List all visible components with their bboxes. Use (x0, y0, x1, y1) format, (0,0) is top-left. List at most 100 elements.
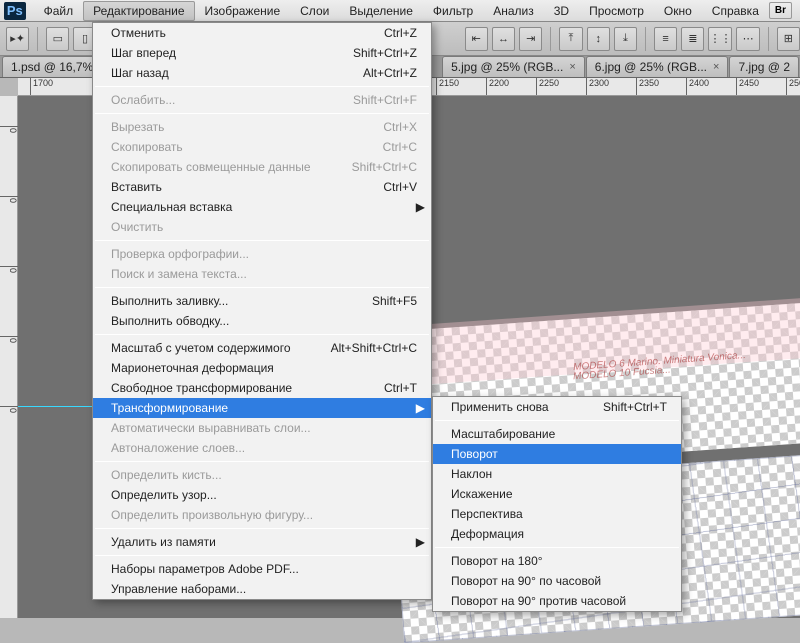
submenu-arrow-icon: ▶ (416, 535, 425, 549)
menu-item[interactable]: Управление наборами... (93, 579, 431, 599)
menu-shortcut: Shift+Ctrl+F (353, 93, 417, 107)
menu-3d[interactable]: 3D (544, 1, 579, 21)
menu-analysis[interactable]: Анализ (483, 1, 544, 21)
menu-item: Проверка орфографии... (93, 244, 431, 264)
menu-separator (95, 113, 429, 114)
menu-window[interactable]: Окно (654, 1, 702, 21)
menu-item[interactable]: Шаг впередShift+Ctrl+Z (93, 43, 431, 63)
menu-item[interactable]: Вставить Ctrl+V (93, 177, 431, 197)
menu-item[interactable]: Выполнить заливку...Shift+F5 (93, 291, 431, 311)
menu-separator (435, 547, 679, 548)
menubar: Ps Файл Редактирование Изображение Слои … (0, 0, 800, 22)
align-center-h-icon[interactable]: ↔ (492, 27, 515, 51)
distribute-4-icon[interactable]: ⋯ (736, 27, 759, 51)
move-tool-icon[interactable]: ▸✦ (6, 27, 29, 51)
menu-view[interactable]: Просмотр (579, 1, 654, 21)
close-icon[interactable]: × (569, 61, 575, 73)
align-bottom-icon[interactable]: ⤓ (614, 27, 637, 51)
distribute-2-icon[interactable]: ≣ (681, 27, 704, 51)
menu-item[interactable]: Масштаб с учетом содержимогоAlt+Shift+Ct… (93, 338, 431, 358)
menu-item[interactable]: Деформация (433, 524, 681, 544)
menu-item[interactable]: ОтменитьCtrl+Z (93, 23, 431, 43)
menu-item[interactable]: Поворот на 90° по часовой (433, 571, 681, 591)
menu-item-label: Трансформирование (111, 401, 228, 415)
menu-help[interactable]: Справка (702, 1, 769, 21)
menu-item[interactable]: Выполнить обводку... (93, 311, 431, 331)
menu-layers[interactable]: Слои (290, 1, 339, 21)
menu-shortcut: Shift+Ctrl+C (352, 160, 417, 174)
app-logo: Ps (4, 2, 26, 20)
menu-shortcut: Shift+F5 (372, 294, 417, 308)
document-tab[interactable]: 7.jpg @ 2 (729, 56, 799, 77)
submenu-arrow-icon: ▶ (416, 401, 425, 415)
menu-shortcut: Ctrl+X (383, 120, 417, 134)
document-tab[interactable]: 5.jpg @ 25% (RGB...× (442, 56, 585, 77)
bridge-button[interactable]: Br (769, 2, 792, 19)
menu-item: Ослабить... Shift+Ctrl+F (93, 90, 431, 110)
menu-edit[interactable]: Редактирование (83, 1, 194, 21)
menu-item: Определить произвольную фигуру... (93, 505, 431, 525)
menu-shortcut: Shift+Ctrl+Z (353, 46, 417, 60)
tab-label: 1.psd @ 16,7% (11, 60, 93, 74)
align-center-v-icon[interactable]: ↕ (587, 27, 610, 51)
menu-item-label: Поворот на 90° по часовой (451, 574, 601, 588)
menu-file[interactable]: Файл (34, 1, 84, 21)
menu-item-label: Определить узор... (111, 488, 217, 502)
menu-shortcut: Shift+Ctrl+T (603, 400, 667, 414)
menu-item[interactable]: Трансформирование ▶ (93, 398, 431, 418)
menu-item-label: Поворот на 180° (451, 554, 543, 568)
transform-submenu: Применить сноваShift+Ctrl+T Масштабирован… (432, 396, 682, 612)
tool-option-1[interactable]: ▭ (46, 27, 69, 51)
ruler-tick: 2150 (436, 78, 459, 96)
menu-select[interactable]: Выделение (339, 1, 423, 21)
close-icon[interactable]: × (713, 61, 719, 73)
menu-item: Вырезать Ctrl+X (93, 117, 431, 137)
document-tab[interactable]: 1.psd @ 16,7% (2, 56, 102, 77)
menu-item-label: Проверка орфографии... (111, 247, 249, 261)
ruler-tick: 2200 (486, 78, 509, 96)
menu-item[interactable]: Поворот на 180° (433, 551, 681, 571)
distribute-1-icon[interactable]: ≡ (654, 27, 677, 51)
menu-separator (95, 287, 429, 288)
menu-shortcut: Ctrl+V (383, 180, 417, 194)
align-left-icon[interactable]: ⇤ (465, 27, 488, 51)
menu-separator (95, 240, 429, 241)
menu-image[interactable]: Изображение (195, 1, 291, 21)
menu-item-label: Удалить из памяти (111, 535, 216, 549)
menu-item-label: Очистить (111, 220, 163, 234)
menu-separator (95, 461, 429, 462)
ruler-tick: 1700 (30, 78, 53, 96)
align-top-icon[interactable]: ⤒ (559, 27, 582, 51)
menu-item[interactable]: Свободное трансформированиеCtrl+T (93, 378, 431, 398)
menu-item[interactable]: Наклон (433, 464, 681, 484)
menu-item: Автоматически выравнивать слои... (93, 418, 431, 438)
menu-shortcut: Alt+Shift+Ctrl+C (331, 341, 417, 355)
menu-item-label: Выполнить обводку... (111, 314, 229, 328)
distribute-3-icon[interactable]: ⋮⋮ (708, 27, 732, 51)
menu-filter[interactable]: Фильтр (423, 1, 483, 21)
menu-item-label: Вырезать (111, 120, 164, 134)
menu-item[interactable]: Шаг назадAlt+Ctrl+Z (93, 63, 431, 83)
menu-separator (435, 420, 679, 421)
align-right-icon[interactable]: ⇥ (519, 27, 542, 51)
menu-item[interactable]: Удалить из памяти ▶ (93, 532, 431, 552)
menu-item[interactable]: Поворот на 90° против часовой (433, 591, 681, 611)
menu-item[interactable]: Поворот (433, 444, 681, 464)
menu-item[interactable]: Масштабирование (433, 424, 681, 444)
menu-item-label: Вставить (111, 180, 162, 194)
menu-item[interactable]: Определить узор... (93, 485, 431, 505)
auto-align-icon[interactable]: ⊞ (777, 27, 800, 51)
ruler-tick: 0 (0, 266, 18, 273)
ruler-tick: 2250 (536, 78, 559, 96)
menu-item[interactable]: Марионеточная деформация (93, 358, 431, 378)
menu-item[interactable]: Искажение (433, 484, 681, 504)
document-tab[interactable]: 6.jpg @ 25% (RGB...× (586, 56, 729, 77)
edit-menu-dropdown: ОтменитьCtrl+ZШаг впередShift+Ctrl+ZШаг … (92, 22, 432, 600)
menu-item[interactable]: Перспектива (433, 504, 681, 524)
menu-item[interactable]: Специальная вставка▶ (93, 197, 431, 217)
ruler-tick: 0 (0, 406, 18, 413)
menu-item-label: Ослабить... (111, 93, 175, 107)
menu-item[interactable]: Применить сноваShift+Ctrl+T (433, 397, 681, 417)
menu-shortcut: Ctrl+T (384, 381, 417, 395)
menu-item[interactable]: Наборы параметров Adobe PDF... (93, 559, 431, 579)
